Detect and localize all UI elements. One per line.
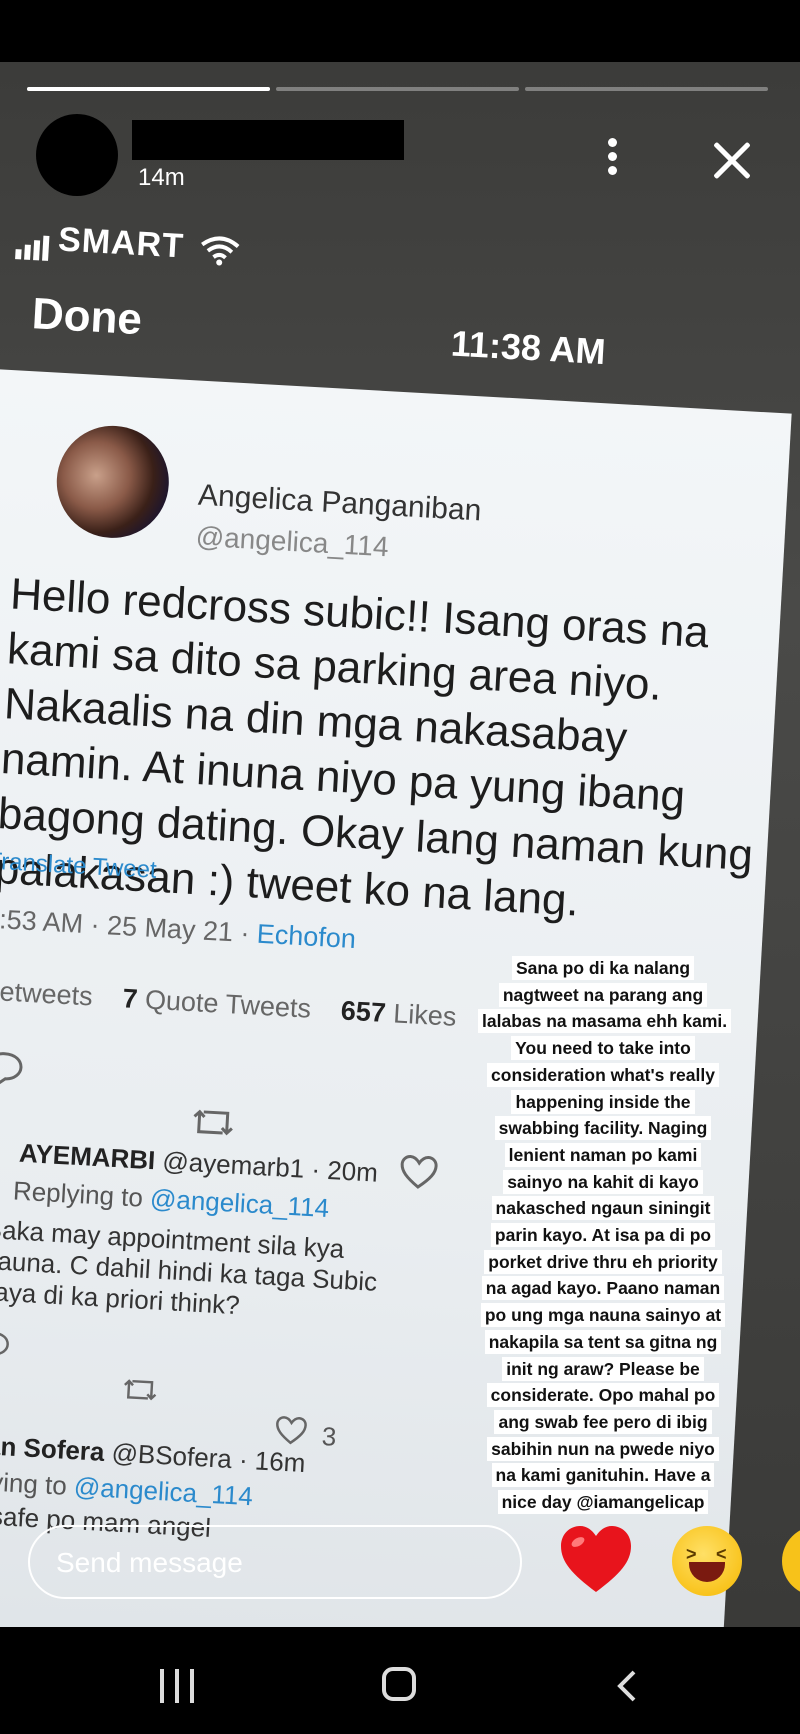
retweets-label: Retweets: [0, 975, 94, 1012]
story-author-name-redacted[interactable]: [132, 120, 404, 160]
likes-count: 657: [340, 995, 387, 1028]
like-icon: [276, 1416, 307, 1445]
retweet-icon: [124, 1379, 157, 1401]
heart-reaction-icon[interactable]: [556, 1520, 636, 1600]
story-viewer: SMART Done 11:38 AM Angelica Panganiban …: [0, 0, 800, 1734]
story-progress-segment: [525, 87, 768, 91]
send-message-placeholder: Send message: [56, 1547, 243, 1578]
laughing-reaction-icon[interactable]: > <: [672, 1526, 742, 1596]
phone-clock: 11:38 AM: [449, 322, 607, 373]
story-image[interactable]: SMART Done 11:38 AM Angelica Panganiban …: [0, 62, 800, 1627]
reply-like-count: 3: [321, 1421, 338, 1452]
story-author-avatar[interactable]: [36, 114, 118, 196]
story-progress-segment: [276, 87, 519, 91]
tweet-time: 0:53 AM · 25 May 21 ·: [0, 903, 258, 949]
story-progress-fill: [27, 87, 270, 91]
carrier-name: SMART: [57, 220, 185, 266]
story-text-overlay: Sana po di ka nalang nagtweet na parang …: [478, 955, 732, 1516]
phone-status-bar: SMART: [15, 218, 241, 271]
home-icon[interactable]: [382, 1667, 416, 1701]
more-options-button[interactable]: [600, 134, 628, 178]
wifi-icon: [201, 236, 240, 266]
android-navigation-bar: [0, 1627, 800, 1734]
quote-count: 7: [121, 983, 139, 1015]
retweet-icon: [193, 1109, 233, 1136]
reply-text: Baka may appointment sila kya nauna. C d…: [0, 1213, 378, 1321]
author-handle: @angelica_114: [195, 520, 390, 563]
author-avatar: [53, 422, 172, 541]
signal-icon: [15, 220, 53, 261]
like-icon: [400, 1155, 438, 1189]
recent-apps-icon[interactable]: [160, 1669, 196, 1703]
reply-icon: [0, 1052, 23, 1088]
tweet-source: Echofon: [256, 918, 357, 955]
story-progress-segment: [27, 87, 270, 91]
likes-label: Likes: [392, 998, 458, 1032]
author-name: Angelica Panganiban: [197, 478, 483, 528]
close-button[interactable]: [706, 134, 760, 188]
tweet-stats: Retweets 7 Quote Tweets 657 Likes: [0, 975, 457, 1033]
reply-icon: [0, 1331, 9, 1362]
quote-label: Quote Tweets: [144, 984, 312, 1024]
story-time: 14m: [138, 164, 185, 191]
done-button: Done: [30, 289, 144, 345]
send-message-input[interactable]: Send message: [28, 1525, 522, 1599]
back-icon[interactable]: [612, 1669, 642, 1703]
